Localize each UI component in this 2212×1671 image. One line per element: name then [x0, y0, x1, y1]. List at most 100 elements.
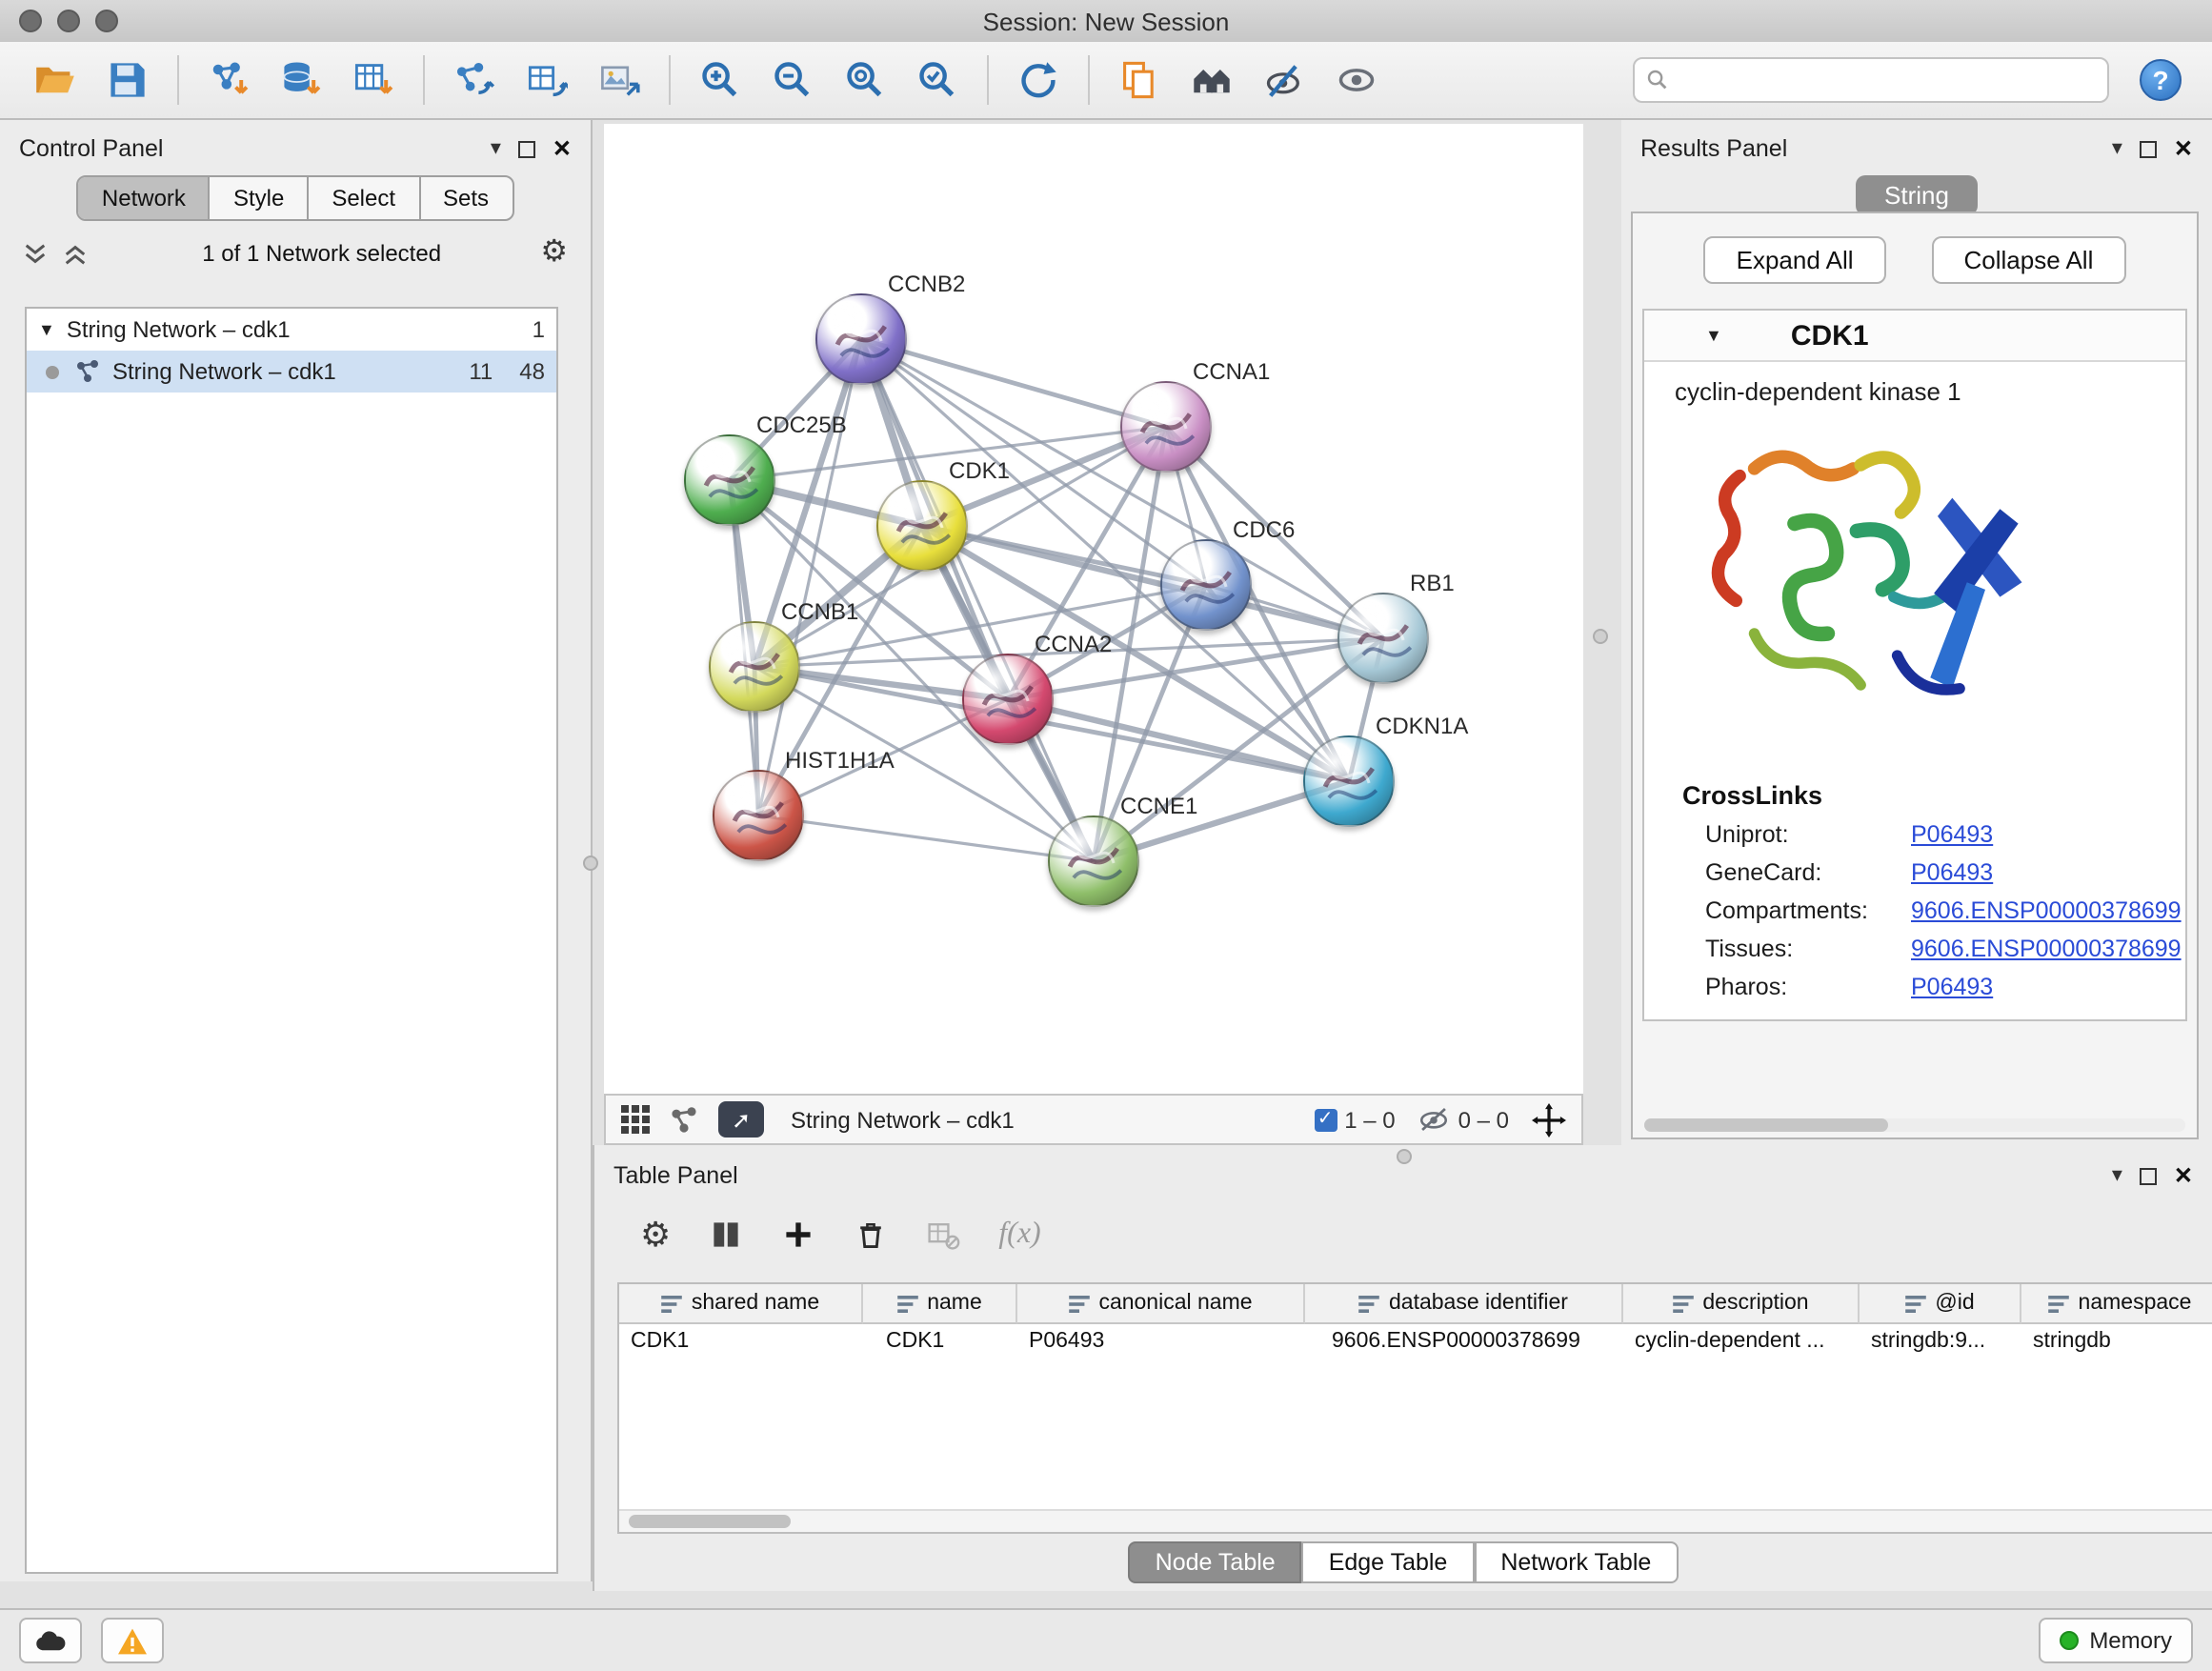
network-node-ccne1[interactable]: [1048, 815, 1139, 907]
show-columns-icon[interactable]: [709, 1218, 743, 1252]
memory-button[interactable]: Memory: [2038, 1618, 2193, 1663]
network-node-ccna1[interactable]: [1120, 381, 1212, 473]
open-session-button[interactable]: [19, 48, 91, 112]
birds-eye-view-button[interactable]: [621, 1105, 650, 1134]
panel-close-icon[interactable]: ✕: [2174, 137, 2193, 160]
network-node-ccnb1[interactable]: [709, 621, 800, 713]
tab-network[interactable]: Network: [79, 177, 211, 219]
save-session-button[interactable]: [91, 48, 164, 112]
network-edge[interactable]: [758, 339, 861, 815]
network-node-cdkn1a[interactable]: [1303, 735, 1395, 827]
network-node-cdc6[interactable]: [1160, 539, 1252, 631]
vertical-splitter-handle[interactable]: [583, 856, 598, 871]
column-header[interactable]: name: [863, 1284, 1017, 1324]
column-header[interactable]: canonical name: [1017, 1284, 1305, 1324]
zoom-selected-button[interactable]: [901, 48, 974, 112]
import-network-from-database-button[interactable]: [265, 48, 337, 112]
panel-menu-icon[interactable]: ▾: [2112, 1165, 2122, 1186]
hide-annotations-button[interactable]: [1248, 48, 1320, 112]
network-edge[interactable]: [861, 339, 1094, 861]
cloud-status-button[interactable]: [19, 1618, 82, 1663]
selected-checkbox-icon[interactable]: ✓: [1314, 1108, 1337, 1131]
zoom-fit-button[interactable]: [829, 48, 901, 112]
disclosure-triangle-icon[interactable]: ▼: [38, 320, 55, 339]
tab-select[interactable]: Select: [309, 177, 420, 219]
network-node-cdk1[interactable]: [876, 480, 968, 572]
disclosure-triangle-icon[interactable]: ▼: [1705, 326, 1722, 345]
home-button[interactable]: [1176, 48, 1248, 112]
string-tab-badge[interactable]: String: [1856, 175, 1978, 215]
panel-float-icon[interactable]: [2140, 1167, 2157, 1184]
crosslink-link[interactable]: P06493: [1911, 821, 1993, 848]
crosslink-link[interactable]: 9606.ENSP00000378699: [1911, 897, 2182, 924]
create-network-from-table-button[interactable]: [511, 48, 583, 112]
results-horizontal-scrollbar[interactable]: [1644, 1118, 2185, 1132]
detach-view-button[interactable]: ➚: [718, 1101, 764, 1137]
column-header[interactable]: @id: [1860, 1284, 2021, 1324]
column-header[interactable]: namespace: [2021, 1284, 2212, 1324]
tab-network-table[interactable]: Network Table: [1474, 1541, 1678, 1583]
search-input[interactable]: [1679, 65, 2096, 95]
toolbar-search-field[interactable]: [1633, 57, 2109, 103]
table-horizontal-scrollbar[interactable]: [619, 1509, 2212, 1532]
table-settings-gear-icon[interactable]: ⚙: [640, 1218, 671, 1252]
table-row[interactable]: CDK1 CDK1 P06493 9606.ENSP00000378699 cy…: [619, 1324, 2212, 1364]
control-panel-title: Control Panel: [19, 135, 164, 162]
external-arrow-icon: ➚: [732, 1106, 751, 1133]
help-button[interactable]: ?: [2140, 59, 2182, 101]
column-header[interactable]: description: [1623, 1284, 1860, 1324]
show-graphics-details-button[interactable]: [1320, 48, 1393, 112]
network-node-ccnb2[interactable]: [815, 293, 907, 385]
network-canvas[interactable]: CCNB2CCNA1CDC25BCDK1CDC6RB1CCNB1CCNA2CDK…: [604, 124, 1583, 1094]
tab-sets[interactable]: Sets: [420, 177, 512, 219]
column-header[interactable]: shared name: [619, 1284, 863, 1324]
copy-button[interactable]: [1103, 48, 1176, 112]
panel-menu-icon[interactable]: ▾: [2112, 138, 2122, 159]
network-row[interactable]: String Network – cdk1 11 48: [27, 351, 556, 393]
protein-section-header[interactable]: ▼ CDK1: [1644, 311, 2185, 362]
horizontal-splitter-handle[interactable]: [1397, 1149, 1412, 1164]
add-column-icon[interactable]: [781, 1218, 815, 1252]
current-network-bullet-icon: [46, 365, 59, 378]
crosslink-row: GeneCard: P06493: [1705, 859, 2185, 886]
warnings-button[interactable]: [101, 1618, 164, 1663]
export-image-button[interactable]: [583, 48, 655, 112]
apply-layout-button[interactable]: [1002, 48, 1075, 112]
import-network-from-file-button[interactable]: [192, 48, 265, 112]
vertical-splitter-handle[interactable]: [1593, 629, 1608, 644]
tab-edge-table[interactable]: Edge Table: [1302, 1541, 1475, 1583]
panel-float-icon[interactable]: [518, 140, 535, 157]
collapse-all-icon[interactable]: [23, 241, 48, 266]
network-node-rb1[interactable]: [1337, 593, 1429, 684]
panel-menu-icon[interactable]: ▾: [491, 138, 501, 159]
clone-network-button[interactable]: [438, 48, 511, 112]
network-edge[interactable]: [861, 339, 1166, 427]
network-node-hist1h1a[interactable]: [713, 770, 804, 861]
panel-float-icon[interactable]: [2140, 140, 2157, 157]
crosslink-link[interactable]: P06493: [1911, 974, 1993, 1000]
network-node-cdc25b[interactable]: [684, 434, 775, 526]
column-header[interactable]: database identifier: [1305, 1284, 1623, 1324]
grid-icon: [621, 1105, 650, 1134]
tab-style[interactable]: Style: [211, 177, 309, 219]
expand-all-button[interactable]: Expand All: [1704, 236, 1886, 284]
network-edge[interactable]: [922, 526, 1383, 638]
zoom-out-button[interactable]: [756, 48, 829, 112]
gear-icon[interactable]: ⚙: [540, 238, 568, 269]
collapse-all-button[interactable]: Collapse All: [1932, 236, 2126, 284]
network-edge[interactable]: [758, 815, 1094, 861]
expand-all-icon[interactable]: [63, 241, 88, 266]
tab-node-table[interactable]: Node Table: [1129, 1541, 1302, 1583]
import-table-from-file-button[interactable]: [337, 48, 410, 112]
panel-close-icon[interactable]: ✕: [553, 137, 572, 160]
network-node-label: CCNA1: [1193, 358, 1270, 385]
pan-crosshair-icon[interactable]: [1532, 1102, 1566, 1137]
zoom-in-button[interactable]: [684, 48, 756, 112]
network-collection-row[interactable]: ▼ String Network – cdk1 1: [27, 309, 556, 351]
panel-close-icon[interactable]: ✕: [2174, 1164, 2193, 1187]
crosslink-link[interactable]: P06493: [1911, 859, 1993, 886]
delete-row-trash-icon[interactable]: [854, 1218, 888, 1252]
crosslink-link[interactable]: 9606.ENSP00000378699: [1911, 936, 2182, 962]
network-view-button[interactable]: [669, 1104, 699, 1135]
network-node-ccna2[interactable]: [962, 654, 1054, 745]
